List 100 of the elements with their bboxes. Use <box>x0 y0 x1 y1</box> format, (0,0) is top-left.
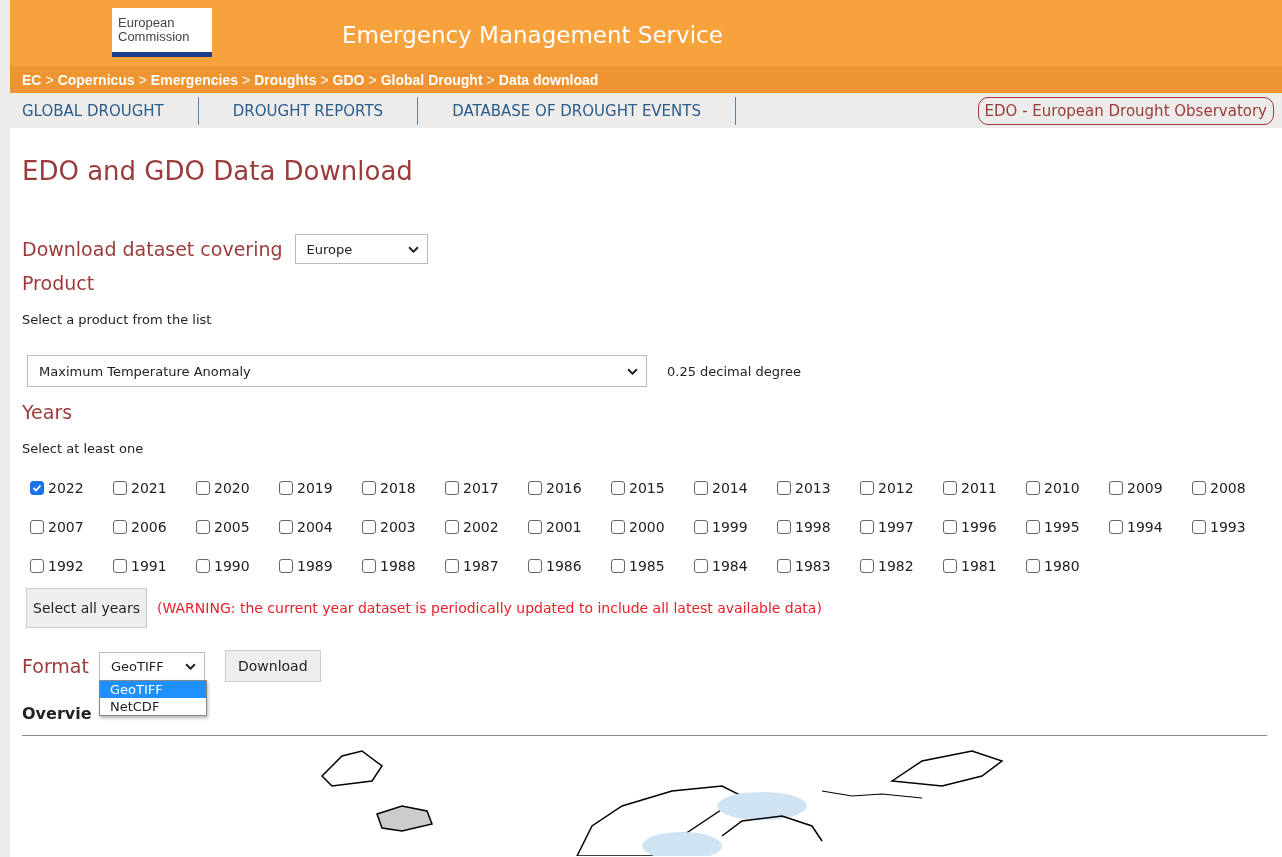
year-label: 1994 <box>1127 519 1163 535</box>
year-checkbox[interactable] <box>528 481 542 495</box>
year-checkbox[interactable] <box>1026 559 1040 573</box>
year-label: 2001 <box>546 519 582 535</box>
year-checkbox[interactable] <box>1026 520 1040 534</box>
breadcrumb-separator: > <box>138 71 147 88</box>
year-checkbox[interactable] <box>777 559 791 573</box>
breadcrumb-separator: > <box>368 71 377 88</box>
year-checkbox[interactable] <box>860 559 874 573</box>
year-label: 2007 <box>48 519 84 535</box>
year-checkbox[interactable] <box>113 559 127 573</box>
year-label: 1997 <box>878 519 914 535</box>
year-checkbox[interactable] <box>196 481 210 495</box>
year-checkbox[interactable] <box>445 520 459 534</box>
year-label: 2009 <box>1127 480 1163 496</box>
year-label: 2010 <box>1044 480 1080 496</box>
year-checkbox[interactable] <box>611 520 625 534</box>
year-label: 1989 <box>297 558 333 574</box>
year-checkbox[interactable] <box>528 520 542 534</box>
nav-link[interactable]: DATABASE OF DROUGHT EVENTS <box>418 96 736 125</box>
breadcrumb-separator: > <box>45 71 54 88</box>
year-label: 2019 <box>297 480 333 496</box>
year-label: 2003 <box>380 519 416 535</box>
format-option[interactable]: NetCDF <box>99 697 206 715</box>
format-dropdown[interactable]: GeoTIFF <box>98 651 205 681</box>
year-label: 1986 <box>546 558 582 574</box>
year-checkbox[interactable] <box>943 559 957 573</box>
year-checkbox[interactable] <box>860 481 874 495</box>
year-checkbox[interactable] <box>528 559 542 573</box>
year-label: 1999 <box>712 519 748 535</box>
year-checkbox[interactable] <box>777 481 791 495</box>
year-label: 1983 <box>795 558 831 574</box>
year-checkbox[interactable] <box>694 520 708 534</box>
year-label: 1998 <box>795 519 831 535</box>
year-checkbox[interactable] <box>113 481 127 495</box>
year-checkbox[interactable] <box>445 559 459 573</box>
year-label: 2018 <box>380 480 416 496</box>
year-checkbox[interactable] <box>1192 481 1206 495</box>
breadcrumb-separator: > <box>242 71 251 88</box>
year-label: 1992 <box>48 558 84 574</box>
coverage-label: Download dataset covering <box>22 238 283 260</box>
download-button[interactable]: Download <box>224 650 321 682</box>
year-checkbox[interactable] <box>279 520 293 534</box>
product-heading: Product <box>22 272 96 294</box>
year-checkbox[interactable] <box>196 559 210 573</box>
coverage-dropdown[interactable]: Europe <box>294 234 428 264</box>
year-checkbox[interactable] <box>113 520 127 534</box>
year-label: 2015 <box>629 480 665 496</box>
logo[interactable]: European Commission <box>112 8 212 57</box>
year-label: 2006 <box>131 519 167 535</box>
year-checkbox[interactable] <box>943 520 957 534</box>
year-checkbox[interactable] <box>279 559 293 573</box>
year-checkbox[interactable] <box>694 481 708 495</box>
year-label: 1990 <box>214 558 250 574</box>
year-label: 1996 <box>961 519 997 535</box>
product-dropdown[interactable]: Maximum Temperature Anomaly <box>27 355 647 387</box>
breadcrumb-separator: > <box>486 71 495 88</box>
years-heading: Years <box>22 401 74 423</box>
caret-icon <box>627 367 638 375</box>
year-checkbox[interactable] <box>1026 481 1040 495</box>
year-checkbox[interactable] <box>362 481 376 495</box>
year-checkbox[interactable] <box>30 559 44 573</box>
check-icon <box>32 483 42 493</box>
year-label: 1995 <box>1044 519 1080 535</box>
year-checkbox[interactable] <box>1192 520 1206 534</box>
year-label: 1980 <box>1044 558 1080 574</box>
year-label: 1984 <box>712 558 748 574</box>
year-checkbox[interactable] <box>30 481 44 495</box>
resolution-text: 0.25 decimal degree <box>667 363 802 379</box>
year-checkbox[interactable] <box>943 481 957 495</box>
year-checkbox[interactable] <box>611 481 625 495</box>
observatory-link[interactable]: EDO - European Drought Observatory <box>977 96 1274 125</box>
year-checkbox[interactable] <box>1109 520 1123 534</box>
years-hint: Select at least one <box>22 441 145 456</box>
year-checkbox[interactable] <box>694 559 708 573</box>
year-checkbox[interactable] <box>611 559 625 573</box>
year-checkbox[interactable] <box>279 481 293 495</box>
site-title: Emergency Management Service <box>342 22 723 48</box>
year-checkbox[interactable] <box>777 520 791 534</box>
nav-link[interactable]: DROUGHT REPORTS <box>198 96 419 125</box>
year-label: 2005 <box>214 519 250 535</box>
year-checkbox[interactable] <box>362 559 376 573</box>
format-option[interactable]: GeoTIFF <box>99 680 206 698</box>
nav-link[interactable]: GLOBAL DROUGHT <box>10 96 199 125</box>
year-checkbox[interactable] <box>445 481 459 495</box>
year-label: 1993 <box>1210 519 1246 535</box>
year-label: 2011 <box>961 480 997 496</box>
year-checkbox[interactable] <box>30 520 44 534</box>
year-checkbox[interactable] <box>196 520 210 534</box>
year-label: 1982 <box>878 558 914 574</box>
select-all-button[interactable]: Select all years <box>26 588 147 628</box>
year-checkbox[interactable] <box>860 520 874 534</box>
year-checkbox[interactable] <box>1109 481 1123 495</box>
year-label: 2014 <box>712 480 748 496</box>
year-checkbox[interactable] <box>362 520 376 534</box>
year-label: 1991 <box>131 558 167 574</box>
year-label: 2008 <box>1210 480 1246 496</box>
warning-text: (WARNING: the current year dataset is periodically updated to include all latest available data) <box>157 600 822 616</box>
caret-icon <box>407 245 419 253</box>
year-label: 2020 <box>214 480 250 496</box>
